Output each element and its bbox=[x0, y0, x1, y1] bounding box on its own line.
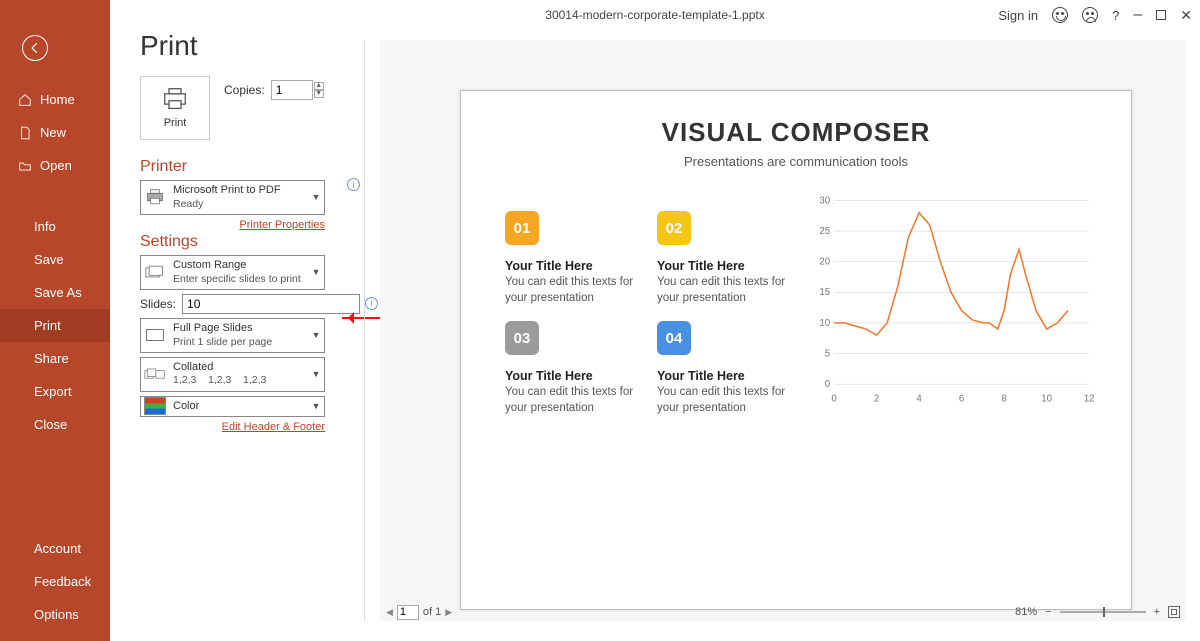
sidebar-label: Home bbox=[40, 92, 75, 107]
slides-info-icon[interactable]: i bbox=[365, 297, 378, 310]
print-panel: Print Print Copies: ▲▼ Printer i Microso… bbox=[140, 30, 360, 433]
color-swatch-icon bbox=[141, 397, 169, 415]
svg-text:2: 2 bbox=[874, 394, 879, 405]
sidebar-item-save[interactable]: Save bbox=[0, 243, 110, 276]
help-button[interactable]: ? bbox=[1112, 8, 1119, 23]
page-number-input[interactable] bbox=[397, 605, 419, 620]
chevron-down-icon: ▼ bbox=[308, 401, 324, 411]
svg-text:30: 30 bbox=[819, 195, 830, 206]
printer-icon bbox=[161, 87, 189, 111]
svg-text:15: 15 bbox=[819, 287, 830, 298]
collate-icon bbox=[141, 367, 169, 381]
sidebar-label: New bbox=[40, 125, 66, 140]
zoom-percent: 81% bbox=[1015, 606, 1037, 618]
prev-page-button[interactable]: ◀ bbox=[386, 607, 393, 618]
chevron-down-icon: ▼ bbox=[308, 369, 324, 379]
slides-range-icon bbox=[141, 265, 169, 279]
fullpage-icon bbox=[141, 329, 169, 341]
copies-spinner[interactable]: ▲▼ bbox=[314, 82, 324, 98]
layout-select[interactable]: Full Page Slides Print 1 slide per page … bbox=[140, 318, 325, 353]
sidebar-item-feedback[interactable]: Feedback bbox=[0, 565, 110, 598]
slide-title: VISUAL COMPOSER bbox=[505, 117, 1087, 148]
sidebar-item-account[interactable]: Account bbox=[0, 532, 110, 565]
sidebar-item-share[interactable]: Share bbox=[0, 342, 110, 375]
zoom-controls: 81% − + bbox=[1015, 603, 1180, 621]
slides-label: Slides: bbox=[140, 297, 176, 311]
color-select[interactable]: Color ▼ bbox=[140, 396, 325, 418]
sidebar-item-saveas[interactable]: Save As bbox=[0, 276, 110, 309]
page-title: Print bbox=[140, 30, 360, 62]
svg-text:12: 12 bbox=[1084, 394, 1095, 405]
sidebar-item-new[interactable]: New bbox=[0, 116, 110, 149]
print-preview-area: VISUAL COMPOSER Presentations are commun… bbox=[380, 40, 1186, 621]
printer-select[interactable]: Microsoft Print to PDF Ready ▼ bbox=[140, 180, 325, 215]
print-range-select[interactable]: Custom Range Enter specific slides to pr… bbox=[140, 255, 325, 290]
page-of-label: of 1 bbox=[423, 606, 441, 618]
chevron-down-icon: ▼ bbox=[308, 330, 324, 340]
copies-label: Copies: bbox=[224, 83, 265, 97]
slides-input[interactable] bbox=[182, 294, 360, 314]
sidebar-item-open[interactable]: Open bbox=[0, 149, 110, 182]
settings-heading: Settings bbox=[140, 233, 360, 251]
slide-cell: 03Your Title HereYou can edit this texts… bbox=[505, 321, 649, 416]
document-title: 30014-modern-corporate-template-1.pptx bbox=[545, 8, 764, 22]
svg-text:8: 8 bbox=[1001, 394, 1006, 405]
sidebar-item-home[interactable]: Home bbox=[0, 83, 110, 116]
printer-heading: Printer bbox=[140, 158, 360, 176]
slide-subtitle: Presentations are communication tools bbox=[505, 154, 1087, 169]
printer-device-icon bbox=[141, 188, 169, 206]
svg-text:10: 10 bbox=[819, 318, 830, 329]
sidebar-item-options[interactable]: Options bbox=[0, 598, 110, 631]
svg-text:5: 5 bbox=[825, 348, 830, 359]
slide-preview: VISUAL COMPOSER Presentations are commun… bbox=[460, 90, 1132, 610]
sidebar-label: Open bbox=[40, 158, 72, 173]
feedback-sad-icon[interactable] bbox=[1082, 7, 1098, 23]
sidebar-item-export[interactable]: Export bbox=[0, 375, 110, 408]
svg-text:25: 25 bbox=[819, 226, 830, 237]
signin-link[interactable]: Sign in bbox=[998, 8, 1038, 23]
sidebar-item-close[interactable]: Close bbox=[0, 408, 110, 441]
restore-button[interactable] bbox=[1156, 10, 1166, 20]
close-window-button[interactable]: ✕ bbox=[1180, 7, 1192, 24]
svg-text:10: 10 bbox=[1041, 394, 1052, 405]
slide-line-chart: 0 5 10 15 20 25 30 0 2 4 6 8 10 12 bbox=[805, 191, 1095, 411]
slide-cell: 02Your Title HereYou can edit this texts… bbox=[657, 211, 801, 306]
zoom-slider[interactable] bbox=[1060, 611, 1146, 613]
svg-text:20: 20 bbox=[819, 257, 830, 268]
zoom-to-fit-button[interactable] bbox=[1168, 606, 1180, 618]
printer-info-icon[interactable]: i bbox=[347, 178, 360, 191]
backstage-sidebar: Home New Open Info Save Save As Print Sh… bbox=[0, 0, 110, 641]
chevron-down-icon: ▼ bbox=[308, 267, 324, 277]
page-navigator: ◀ of 1 ▶ bbox=[386, 603, 452, 621]
edit-header-footer-link[interactable]: Edit Header & Footer bbox=[222, 421, 325, 433]
svg-text:4: 4 bbox=[916, 394, 922, 405]
back-button[interactable] bbox=[22, 35, 48, 61]
svg-text:6: 6 bbox=[959, 394, 964, 405]
printer-properties-link[interactable]: Printer Properties bbox=[239, 219, 325, 231]
svg-text:0: 0 bbox=[825, 379, 830, 390]
minimize-button[interactable]: – bbox=[1133, 6, 1142, 24]
copies-input[interactable] bbox=[271, 80, 313, 100]
print-button[interactable]: Print bbox=[140, 76, 210, 140]
sidebar-item-info[interactable]: Info bbox=[0, 210, 110, 243]
feedback-smile-icon[interactable] bbox=[1052, 7, 1068, 23]
svg-text:0: 0 bbox=[831, 394, 836, 405]
collate-select[interactable]: Collated 1,2,3 1,2,3 1,2,3 ▼ bbox=[140, 357, 325, 392]
chevron-down-icon: ▼ bbox=[308, 192, 324, 202]
slide-cell: 04Your Title HereYou can edit this texts… bbox=[657, 321, 801, 416]
slide-cell: 01Your Title HereYou can edit this texts… bbox=[505, 211, 649, 306]
zoom-in-button[interactable]: + bbox=[1154, 606, 1160, 618]
next-page-button[interactable]: ▶ bbox=[445, 607, 452, 618]
zoom-out-button[interactable]: − bbox=[1045, 606, 1051, 618]
sidebar-item-print[interactable]: Print bbox=[0, 309, 110, 342]
